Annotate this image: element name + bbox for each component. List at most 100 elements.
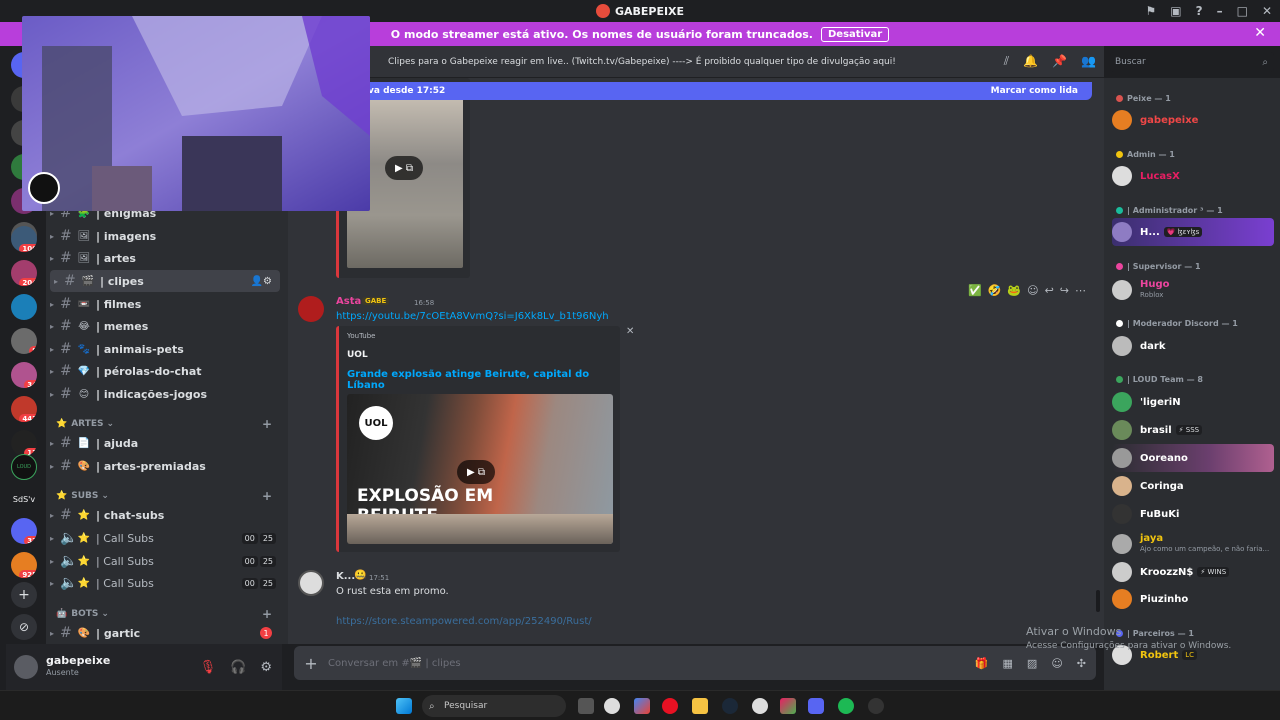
server-icon-loud[interactable]: LOUD [11,454,37,480]
channel-gartic[interactable]: ▸ # 🎨 | gartic 1 [46,622,282,644]
avatar[interactable] [298,296,324,322]
windows-start-icon[interactable] [396,698,412,714]
category-subs[interactable]: ⭐ SUBS ⌄ + [56,488,282,504]
channel-memes[interactable]: ▸ # 😂 | memes [46,315,282,337]
channel-filmes[interactable]: ▸ # 📼 | filmes [46,293,282,315]
channel-ajuda[interactable]: ▸ # 📄 | ajuda [46,432,282,454]
server-icon[interactable]: 204 [11,260,37,286]
app-icon[interactable] [604,698,620,714]
task-view-icon[interactable] [578,698,594,714]
threads-icon[interactable]: ⫽ [1004,54,1009,69]
member-item[interactable]: gabepeixe [1112,106,1274,134]
emoji-icon[interactable]: ☺ [1051,657,1062,670]
server-icon[interactable]: 13 [11,430,37,456]
message-link[interactable]: https://store.steampowered.com/app/25249… [336,616,592,627]
emoji-reaction-icon[interactable]: 🤣 [988,284,1002,297]
pin-icon[interactable]: 📌 [1052,54,1067,69]
search-input[interactable]: Buscar ⌕ [1110,52,1274,72]
member-item[interactable]: LucasX [1112,162,1274,190]
message-author[interactable]: K... [336,571,355,582]
voice-channel-call-subs[interactable]: ▸ 🔈 ⭐ | Call Subs 00 25 [46,572,282,594]
remove-embed-icon[interactable]: ✕ [626,326,634,337]
server-icon-sdsv[interactable]: SdS'v [9,486,39,512]
copilot-icon[interactable] [634,698,650,714]
bell-icon[interactable]: 🔔 [1023,54,1038,69]
embed-title[interactable]: Grande explosão atinge Beirute, capital … [347,369,620,391]
member-item[interactable]: 'ligeriN [1112,388,1274,416]
discord-icon[interactable] [808,698,824,714]
help-icon[interactable]: ? [1196,4,1203,18]
gif-icon[interactable]: ▦ [1003,657,1013,670]
member-item[interactable]: Piuzinho [1112,585,1274,613]
message-author[interactable]: Asta [336,296,361,307]
deafen-icon[interactable]: 🎧 [230,660,246,675]
obs-icon[interactable] [868,698,884,714]
play-button[interactable]: ▶ ⧉ [385,156,423,180]
category-bots[interactable]: 🤖 BOTS ⌄ + [56,606,282,622]
maximize-icon[interactable]: □ [1237,4,1248,18]
gear-icon[interactable]: ⚙ [260,660,272,675]
member-item[interactable]: Ooreano [1112,444,1274,472]
voice-channel-call-subs[interactable]: ▸ 🔈 ⭐ | Call Subs 00 25 [46,527,282,549]
message-composer[interactable]: + Conversar em #🎬 | clipes 🎁 ▦ ▨ ☺ ✣ [294,646,1096,680]
monitor-icon[interactable]: ▣ [1170,4,1181,18]
forward-icon[interactable]: ↪ [1060,284,1069,297]
check-reaction-icon[interactable]: ✅ [968,284,982,297]
app-icon[interactable] [780,698,796,714]
server-icon[interactable]: 34 [11,362,37,388]
channel-settings-icon[interactable]: 👤⚙ [251,276,272,287]
channel-indicacoes-jogos[interactable]: ▸ # 😊 | indicações-jogos [46,383,282,405]
server-icon[interactable]: 8 [11,328,37,354]
emoji-reaction-icon[interactable]: 🐸 [1007,284,1021,297]
member-item[interactable]: FuBuKi [1112,500,1274,528]
member-item[interactable]: dark [1112,332,1274,360]
member-item[interactable]: Hugo Roblox [1112,276,1274,304]
mark-as-read-button[interactable]: Marcar como lida [991,86,1078,96]
scrollbar[interactable] [1096,590,1100,612]
channel-chat-subs[interactable]: ▸ # ⭐ | chat-subs [46,504,282,526]
server-icon[interactable]: 443 [11,396,37,422]
sticker-icon[interactable]: ▨ [1027,657,1037,670]
taskbar-search[interactable]: ⌕ Pesquisar [422,695,566,717]
embed-author[interactable]: UOL [347,350,368,360]
disable-streamer-button[interactable]: Desativar [820,26,890,42]
channel-artes[interactable]: ▸ # 🖼 | artes [46,247,282,269]
add-reaction-icon[interactable]: ☺ [1027,284,1038,297]
add-channel-icon[interactable]: + [262,489,272,503]
more-icon[interactable]: ⋯ [1075,284,1086,297]
close-window-icon[interactable]: ✕ [1262,4,1272,18]
member-item[interactable]: H... 💗 ɮɛʏɮs [1112,218,1274,246]
channel-clipes[interactable]: ▸ # 🎬 | clipes 👤⚙ [50,270,280,292]
channel-animais-pets[interactable]: ▸ # 🐾 | animais-pets [46,338,282,360]
close-icon[interactable]: ✕ [1254,25,1266,41]
add-channel-icon[interactable]: + [262,417,272,431]
reply-icon[interactable]: ↩ [1045,284,1054,297]
new-messages-bar[interactable]: va desde 17:52 Marcar como lida [364,82,1092,100]
channel-perolas-do-chat[interactable]: ▸ # 💎 | pérolas-do-chat [46,360,282,382]
minimize-icon[interactable]: – [1217,4,1223,18]
member-item[interactable]: Coringa [1112,472,1274,500]
apps-icon[interactable]: ✣ [1077,657,1086,670]
gift-icon[interactable]: 🎁 [975,657,989,670]
members-icon[interactable]: 👥 [1081,54,1096,69]
channel-imagens[interactable]: ▸ # 🖼 | imagens [46,225,282,247]
steam-icon[interactable] [722,698,738,714]
server-icon[interactable]: 925 [11,552,37,578]
avatar[interactable] [298,570,324,596]
channel-artes-premiadas[interactable]: ▸ # 🎨 | artes-premiadas [46,455,282,477]
category-artes[interactable]: ⭐ ARTES ⌄ + [56,416,282,432]
add-channel-icon[interactable]: + [262,607,272,621]
server-icon[interactable]: 106 [11,226,37,252]
member-item[interactable]: jaya Ajo como um campeão, e não faria... [1112,530,1274,558]
member-item[interactable]: brasil ⚡ SSS [1112,416,1274,444]
add-server-icon[interactable]: + [11,582,37,608]
add-attachment-icon[interactable]: + [294,654,328,673]
message-link[interactable]: https://youtu.be/7cOEtA8VvmQ?si=J6Xk8Lv_… [336,311,609,322]
server-icon[interactable]: 32 [11,518,37,544]
server-icon[interactable] [11,294,37,320]
explore-icon[interactable]: ⊘ [11,614,37,640]
play-button[interactable]: ▶ ⧉ [457,460,495,484]
member-item[interactable]: KroozzN$ ⚡ WINS [1112,558,1274,586]
app-icon[interactable] [752,698,768,714]
voice-channel-call-subs[interactable]: ▸ 🔈 ⭐ | Call Subs 00 25 [46,550,282,572]
